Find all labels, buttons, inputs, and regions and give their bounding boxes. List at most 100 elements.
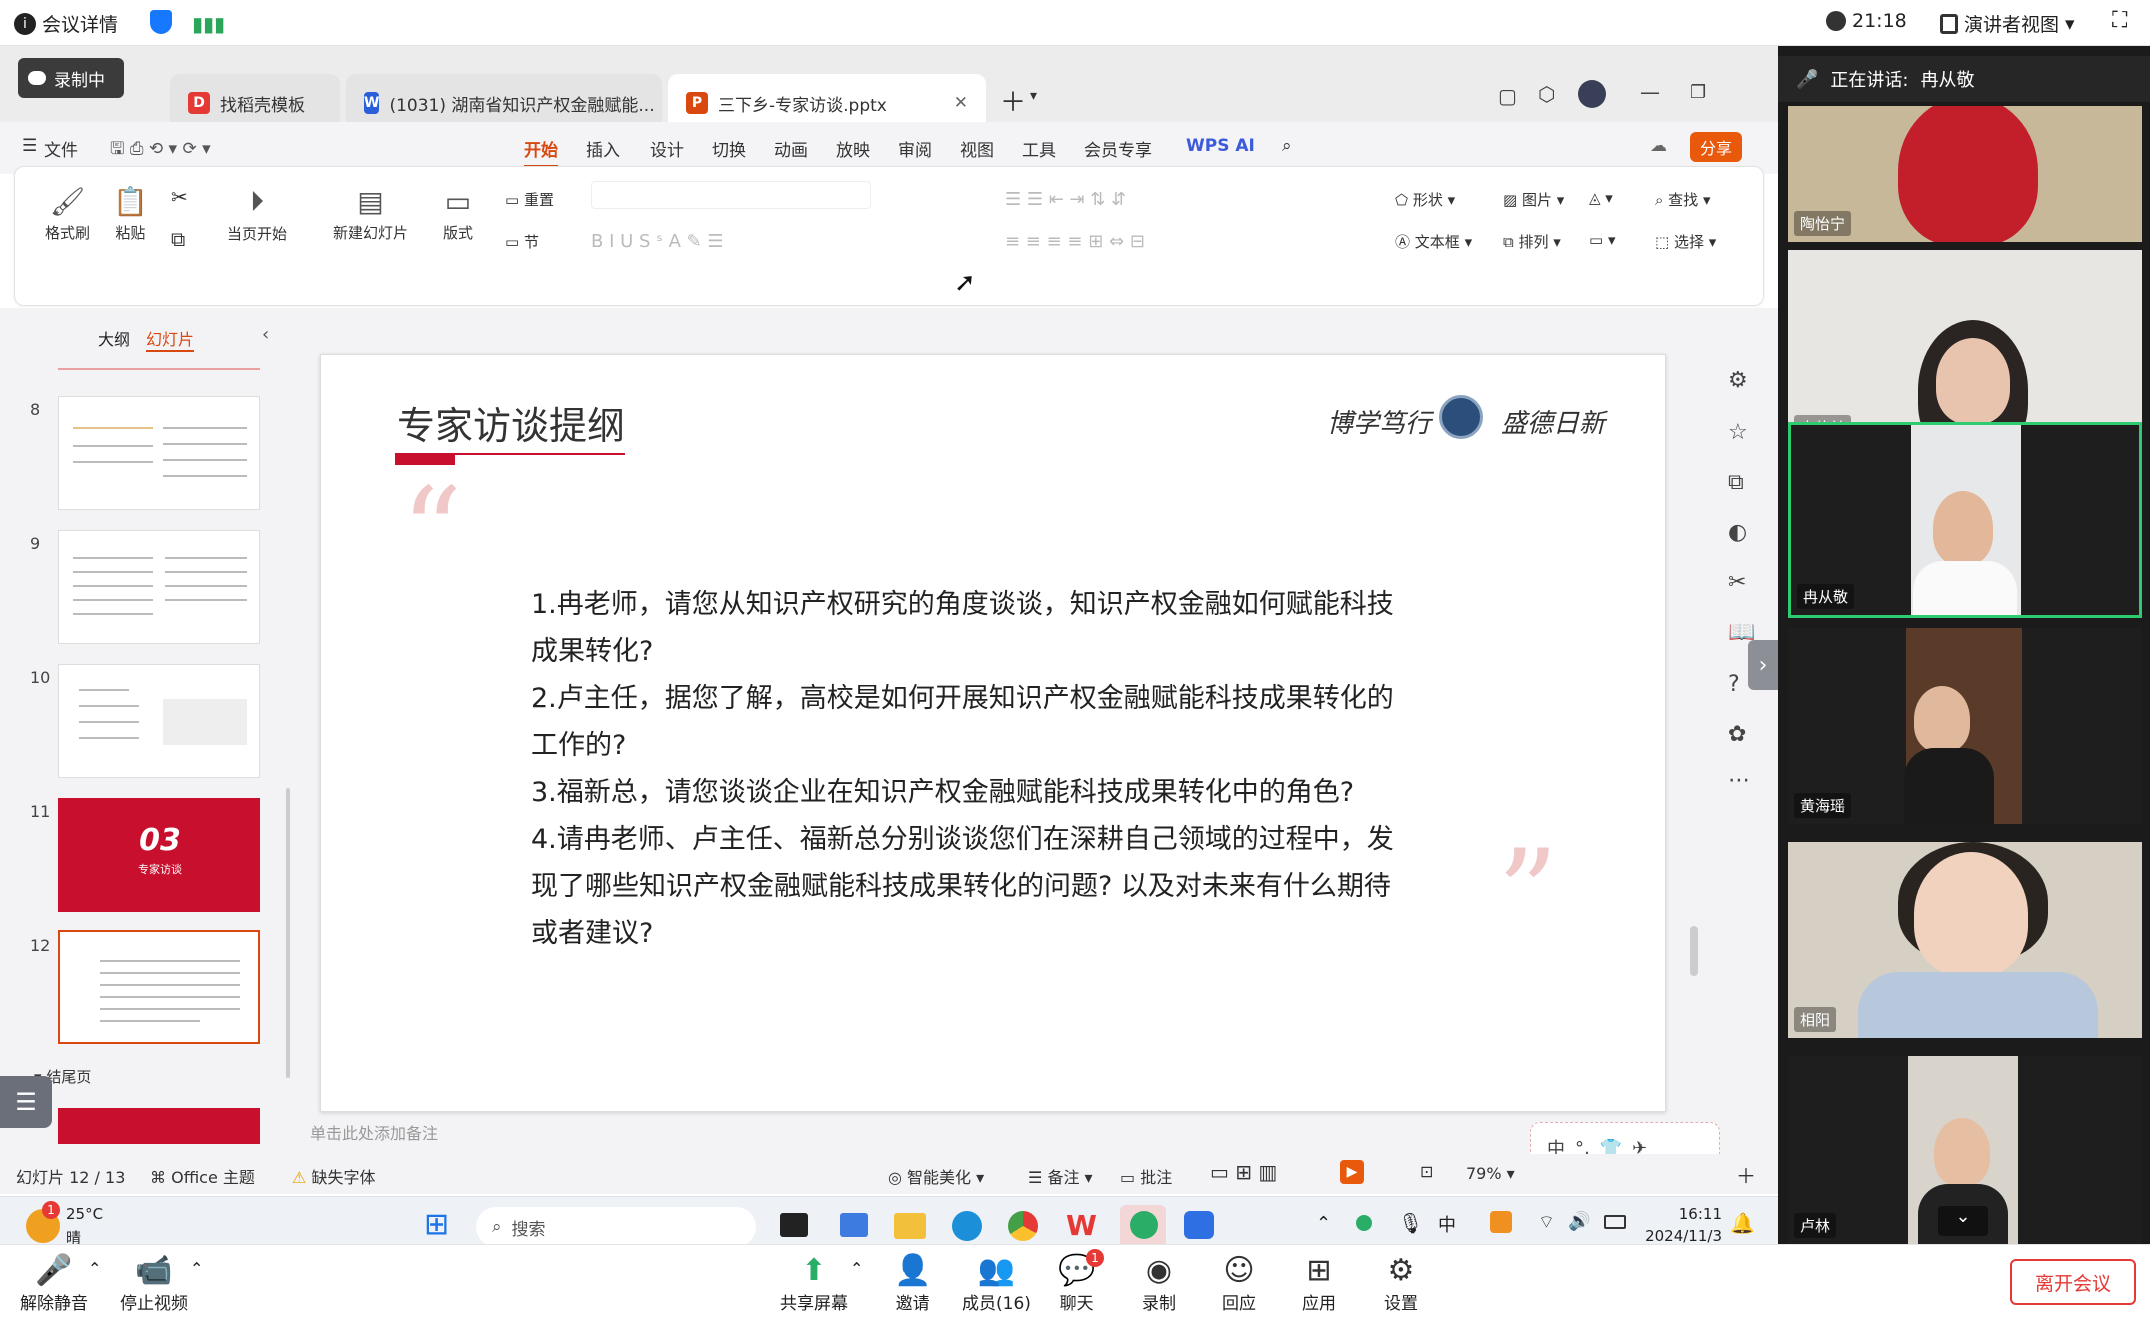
edge-icon[interactable] xyxy=(952,1211,982,1241)
stop-video-button[interactable]: 📹 停止视频 xyxy=(120,1253,188,1314)
cloud-sync-icon[interactable]: ☁ xyxy=(1650,136,1667,156)
play-from-current-button[interactable]: ⏵ 当页开始 xyxy=(227,185,287,244)
volume-icon[interactable]: 🔊 xyxy=(1568,1211,1590,1232)
list-icons[interactable]: ☰ ☰ ⇤ ⇥ ⇅ ⇵ xyxy=(1005,189,1126,210)
microphone-icon[interactable]: 🎙 xyxy=(1398,1211,1423,1235)
apps-button[interactable]: ⊞ 应用 xyxy=(1302,1253,1336,1314)
menu-view[interactable]: 视图 xyxy=(960,136,994,161)
paste-button[interactable]: 📋 粘贴 xyxy=(113,185,148,243)
slide-thumb-8[interactable] xyxy=(58,396,260,510)
expand-rail-button[interactable]: › xyxy=(1748,640,1778,690)
outline-icon[interactable]: ▭ ▾ xyxy=(1589,231,1615,249)
recording-indicator[interactable]: 录制中 xyxy=(18,58,124,98)
copy-shapes-icon[interactable]: ⧉ xyxy=(1728,470,1744,495)
format-painter-button[interactable]: 🖌 格式刷 xyxy=(45,185,90,243)
video-tile[interactable]: 卢林 ⌄ xyxy=(1788,1056,2142,1244)
menu-animation[interactable]: 动画 xyxy=(774,136,808,161)
window-icon[interactable]: ▢ xyxy=(1498,84,1517,108)
video-tile-active[interactable]: 冉从敬 xyxy=(1788,422,2142,618)
menu-insert[interactable]: 插入 xyxy=(586,136,620,161)
reset-button[interactable]: ▭ 重置 xyxy=(505,189,554,210)
font-family-select[interactable] xyxy=(591,181,871,209)
beautify-button[interactable]: ◎ 智能美化 ▾ xyxy=(888,1164,984,1188)
menu-file[interactable]: 文件 xyxy=(44,136,78,161)
collapse-panel-icon[interactable]: ‹ xyxy=(262,324,269,345)
help-icon[interactable]: ? xyxy=(1728,672,1740,697)
task-view-icon[interactable] xyxy=(780,1213,808,1237)
close-icon[interactable]: ✕ xyxy=(954,93,968,113)
notification-bell-icon[interactable]: 🔔 xyxy=(1730,1211,1755,1235)
slideshow-play-icon[interactable]: ▶ xyxy=(1340,1160,1364,1184)
menu-tools[interactable]: 工具 xyxy=(1022,136,1056,161)
view-mode-icons[interactable]: ▭ ⊞ ▥ xyxy=(1210,1160,1277,1184)
textbox-button[interactable]: Ⓐ 文本框 ▾ xyxy=(1395,231,1472,252)
app-icon[interactable] xyxy=(840,1213,868,1237)
shape-button[interactable]: ⬠ 形状 ▾ xyxy=(1395,189,1455,210)
chrome-icon[interactable] xyxy=(1008,1211,1038,1241)
current-slide[interactable]: 专家访谈提纲 博学笃行 盛德日新 “ ” 1.冉老师，请您从知识产权研究的角度谈… xyxy=(320,354,1666,1112)
theme-indicator[interactable]: ⌘ Office 主题 xyxy=(150,1164,255,1188)
share-button[interactable]: 分享 xyxy=(1690,132,1743,162)
tray-app-icon[interactable] xyxy=(1356,1215,1372,1231)
minimize-icon[interactable]: — xyxy=(1640,80,1660,104)
menu-wps-ai[interactable]: WPS AI xyxy=(1186,136,1255,156)
tray-s-icon[interactable] xyxy=(1490,1211,1512,1233)
folder-icon[interactable] xyxy=(894,1213,926,1239)
more-icon[interactable]: ⋯ xyxy=(1728,768,1750,793)
shield-icon[interactable] xyxy=(150,10,172,34)
slide-thumb-10[interactable] xyxy=(58,664,260,778)
cut-icon[interactable]: ✂ xyxy=(171,185,188,209)
meeting-app-icon[interactable] xyxy=(1184,1211,1214,1239)
ime-icon[interactable]: 中 xyxy=(1438,1211,1456,1237)
chevron-up-icon[interactable]: ⌃ xyxy=(190,1259,203,1278)
font-format-icons[interactable]: B I U S ˢ A ✎ ☰ xyxy=(591,231,724,252)
animation-icon[interactable]: ◐ xyxy=(1728,520,1747,545)
new-slide-button[interactable]: ▤ 新建幻灯片 xyxy=(333,185,408,243)
slide-thumb-13[interactable] xyxy=(58,1108,260,1144)
find-button[interactable]: ⌕ 查找 ▾ xyxy=(1655,189,1711,210)
menu-member[interactable]: 会员专享 xyxy=(1084,136,1152,161)
menu-home[interactable]: 开始 xyxy=(524,136,558,168)
layout-button[interactable]: ▭ 版式 xyxy=(443,185,473,243)
arrange-button[interactable]: ⧉ 排列 ▾ xyxy=(1503,231,1561,252)
cube-icon[interactable]: ⬡ xyxy=(1538,82,1555,106)
taskbar-date[interactable]: 2024/11/3 xyxy=(1640,1227,1722,1244)
tab-outline[interactable]: 大纲 xyxy=(98,326,130,350)
signal-icon[interactable]: ▮▮▮ xyxy=(192,12,225,36)
tab-slides[interactable]: 幻灯片 xyxy=(146,326,195,352)
record-button[interactable]: ◉ 录制 xyxy=(1142,1253,1176,1314)
slide-thumb-12[interactable] xyxy=(58,930,260,1044)
add-tab-icon[interactable]: ＋ xyxy=(1000,82,1026,119)
reactions-button[interactable]: ☺ 回应 xyxy=(1222,1253,1256,1314)
restore-icon[interactable]: ❐ xyxy=(1690,82,1706,103)
missing-font-indicator[interactable]: ⚠ 缺失字体 xyxy=(292,1164,375,1188)
quick-access-icons[interactable]: 🖫 ⎙ ⟲ ▾ ⟳ ▾ xyxy=(110,136,211,165)
section-button[interactable]: ▭ 节 xyxy=(505,231,539,252)
picture-button[interactable]: ▨ 图片 ▾ xyxy=(1503,189,1564,210)
outline-toggle-icon[interactable]: ☰ xyxy=(0,1076,52,1128)
tools-icon[interactable]: ✂ xyxy=(1728,570,1746,595)
menu-design[interactable]: 设计 xyxy=(650,136,684,161)
leave-meeting-button[interactable]: 离开会议 xyxy=(2010,1259,2136,1305)
panel-scrollbar[interactable] xyxy=(286,788,290,1078)
chevron-down-icon[interactable]: ▾ xyxy=(1030,88,1037,104)
copy-icon[interactable]: ⧉ xyxy=(171,227,185,251)
notes-button[interactable]: ☰ 备注 ▾ xyxy=(1028,1164,1093,1188)
puzzle-icon[interactable]: ✿ xyxy=(1728,722,1746,747)
video-tile[interactable]: 陶怡宁 xyxy=(1788,106,2142,242)
tray-chevron-icon[interactable]: ⌃ xyxy=(1316,1213,1331,1234)
comments-button[interactable]: ▭ 批注 xyxy=(1120,1164,1172,1188)
unmute-button[interactable]: 🎤 解除静音 xyxy=(20,1253,88,1314)
star-icon[interactable]: ☆ xyxy=(1728,420,1748,445)
chevron-up-icon[interactable]: ⌃ xyxy=(850,1259,863,1278)
windows-start-icon[interactable]: ⊞ xyxy=(424,1207,449,1242)
menu-review[interactable]: 审阅 xyxy=(898,136,932,161)
members-button[interactable]: 👥 成员(16) xyxy=(962,1253,1031,1314)
zoom-in-icon[interactable]: ＋ xyxy=(1736,1160,1756,1189)
search-icon[interactable]: ⌕ xyxy=(1282,136,1292,156)
slide-thumb-11[interactable]: 03 专家访谈 xyxy=(58,798,260,912)
slide-thumb-9[interactable] xyxy=(58,530,260,644)
settings-button[interactable]: ⚙ 设置 xyxy=(1384,1253,1418,1314)
settings-slider-icon[interactable]: ⚙ xyxy=(1728,368,1748,393)
notes-placeholder[interactable]: 单击此处添加备注 xyxy=(310,1120,438,1144)
